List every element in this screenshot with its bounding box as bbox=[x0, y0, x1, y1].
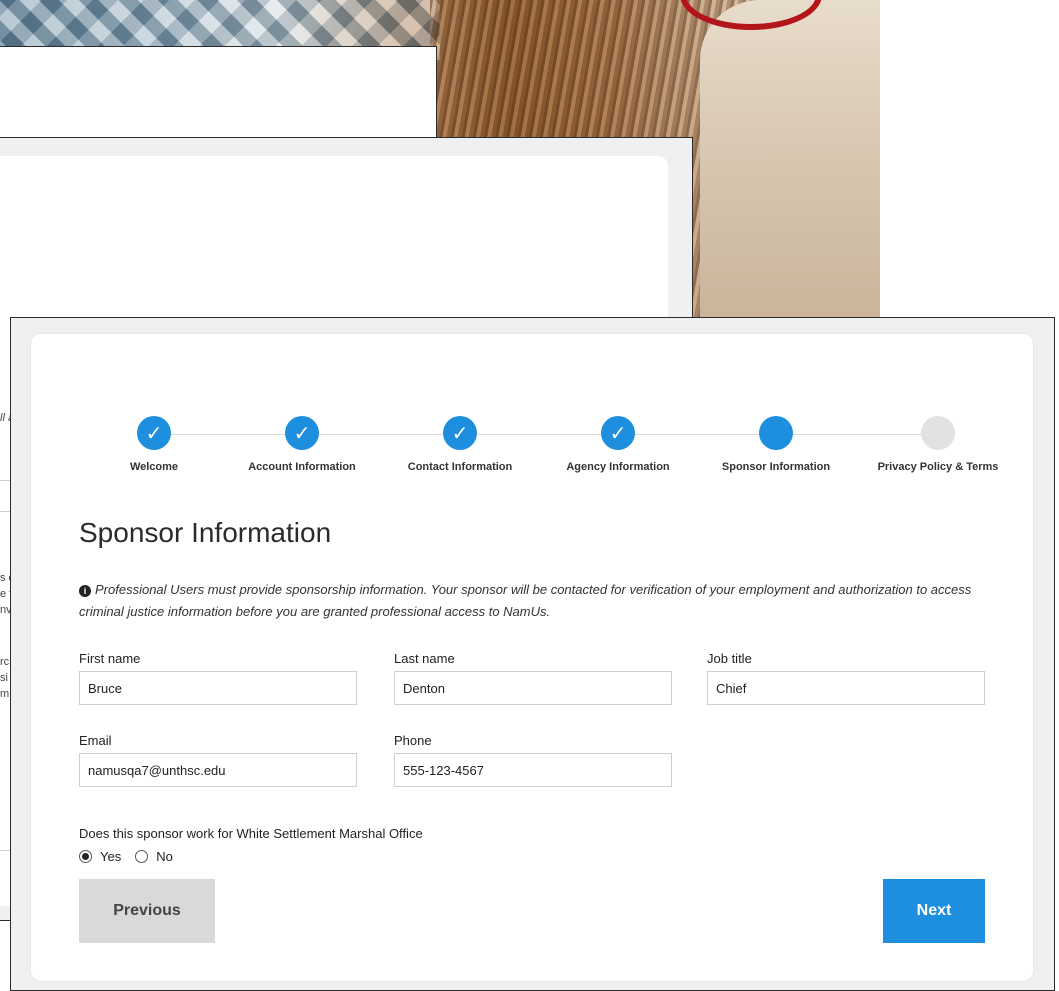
step-account-information: ✓ Account Information bbox=[227, 404, 377, 473]
sponsorship-notice: i Professional Users must provide sponsor… bbox=[79, 579, 999, 623]
background-text-fragment: si bbox=[0, 672, 8, 684]
phone-group: Phone bbox=[394, 733, 672, 787]
job-title-group: Job title bbox=[707, 651, 985, 705]
background-divider bbox=[0, 850, 10, 851]
checkmark-icon: ✓ bbox=[137, 416, 171, 450]
first-name-label: First name bbox=[79, 651, 141, 666]
notice-text: Professional Users must provide sponsors… bbox=[79, 582, 972, 619]
step-label: Privacy Policy & Terms bbox=[877, 461, 999, 473]
step-label: Contact Information bbox=[407, 461, 513, 473]
checkmark-icon: ✓ bbox=[285, 416, 319, 450]
background-divider bbox=[0, 480, 10, 481]
step-label: Account Information bbox=[248, 461, 356, 473]
last-name-label: Last name bbox=[394, 651, 455, 666]
first-name-field[interactable] bbox=[79, 671, 357, 705]
next-button[interactable]: Next bbox=[883, 879, 985, 943]
registration-window: ✓ Welcome ✓ Account Information ✓ Contac… bbox=[10, 317, 1055, 991]
background-text-fragment: nv bbox=[0, 604, 10, 616]
info-circle-icon: i bbox=[79, 585, 91, 597]
background-text-fragment: m bbox=[0, 688, 10, 700]
step-label: Agency Information bbox=[566, 461, 670, 473]
pending-step-dot bbox=[921, 416, 955, 450]
step-label: Sponsor Information bbox=[721, 461, 831, 473]
progress-stepper: ✓ Welcome ✓ Account Information ✓ Contac… bbox=[79, 404, 1009, 484]
first-name-group: First name bbox=[79, 651, 357, 705]
sponsor-agency-question: Does this sponsor work for White Settlem… bbox=[79, 826, 423, 841]
email-group: Email bbox=[79, 733, 357, 787]
last-name-field[interactable] bbox=[394, 671, 672, 705]
phone-field[interactable] bbox=[394, 753, 672, 787]
checkmark-icon: ✓ bbox=[601, 416, 635, 450]
screen: ll a s c e f nv rc si m ✓ Welcome ✓ Acco… bbox=[0, 0, 1059, 991]
step-welcome: ✓ Welcome bbox=[79, 404, 229, 473]
job-title-field[interactable] bbox=[707, 671, 985, 705]
checkmark-icon: ✓ bbox=[443, 416, 477, 450]
step-privacy-policy-terms: Privacy Policy & Terms bbox=[863, 404, 1013, 473]
page-title: Sponsor Information bbox=[79, 517, 332, 548]
radio-selected-icon[interactable] bbox=[79, 850, 92, 863]
step-agency-information: ✓ Agency Information bbox=[543, 404, 693, 473]
radio-unselected-icon[interactable] bbox=[135, 850, 149, 863]
step-sponsor-information: Sponsor Information bbox=[701, 404, 851, 473]
email-label: Email bbox=[79, 733, 112, 748]
job-title-label: Job title bbox=[707, 651, 752, 666]
background-text-fragment: e f bbox=[0, 588, 10, 600]
registration-card: ✓ Welcome ✓ Account Information ✓ Contac… bbox=[31, 334, 1033, 981]
last-name-group: Last name bbox=[394, 651, 672, 705]
current-step-dot bbox=[759, 416, 793, 450]
background-text-fragment: ll a bbox=[0, 412, 10, 424]
radio-yes-label: Yes bbox=[100, 849, 122, 864]
step-contact-information: ✓ Contact Information bbox=[385, 404, 535, 473]
background-text-fragment: s c bbox=[0, 572, 10, 584]
background-divider bbox=[0, 511, 10, 512]
radio-no[interactable]: No bbox=[135, 849, 173, 864]
radio-yes[interactable]: Yes bbox=[79, 849, 121, 864]
email-field[interactable] bbox=[79, 753, 357, 787]
radio-no-label: No bbox=[156, 849, 173, 864]
step-label: Welcome bbox=[129, 461, 179, 473]
photo-shoulder bbox=[700, 0, 880, 325]
previous-button[interactable]: Previous bbox=[79, 879, 215, 943]
background-text-fragment: rc bbox=[0, 656, 10, 668]
radio-dot bbox=[82, 853, 89, 860]
sponsor-agency-radio-group: Yes No bbox=[79, 849, 187, 864]
phone-label: Phone bbox=[394, 733, 432, 748]
